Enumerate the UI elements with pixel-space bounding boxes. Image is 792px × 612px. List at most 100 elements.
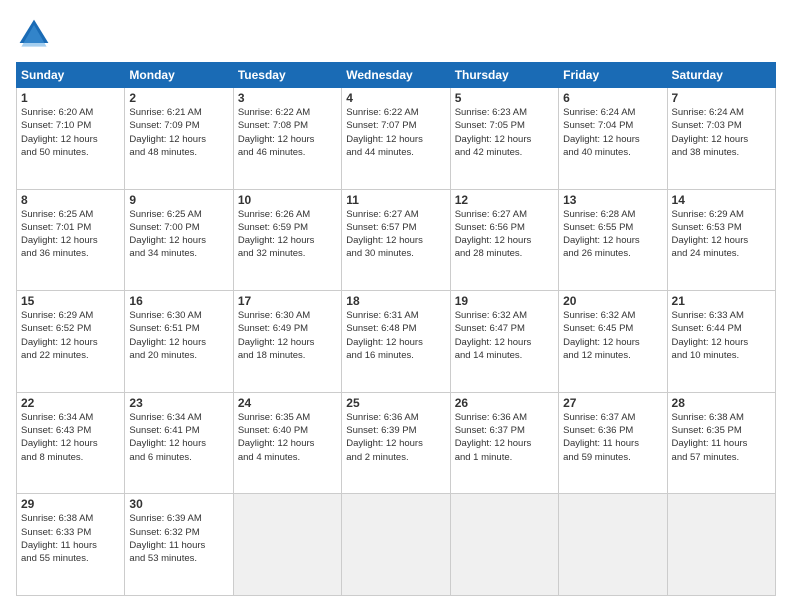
day-info: Sunrise: 6:28 AM Sunset: 6:55 PM Dayligh… xyxy=(563,208,662,261)
day-info: Sunrise: 6:39 AM Sunset: 6:32 PM Dayligh… xyxy=(129,512,228,565)
calendar-cell: 5Sunrise: 6:23 AM Sunset: 7:05 PM Daylig… xyxy=(450,88,558,190)
day-info: Sunrise: 6:21 AM Sunset: 7:09 PM Dayligh… xyxy=(129,106,228,159)
day-info: Sunrise: 6:23 AM Sunset: 7:05 PM Dayligh… xyxy=(455,106,554,159)
day-number: 1 xyxy=(21,91,120,105)
calendar-cell xyxy=(559,494,667,596)
day-number: 5 xyxy=(455,91,554,105)
calendar-week-row: 8Sunrise: 6:25 AM Sunset: 7:01 PM Daylig… xyxy=(17,189,776,291)
day-info: Sunrise: 6:34 AM Sunset: 6:41 PM Dayligh… xyxy=(129,411,228,464)
page: Sunday Monday Tuesday Wednesday Thursday… xyxy=(0,0,792,612)
calendar-week-row: 1Sunrise: 6:20 AM Sunset: 7:10 PM Daylig… xyxy=(17,88,776,190)
calendar-cell: 18Sunrise: 6:31 AM Sunset: 6:48 PM Dayli… xyxy=(342,291,450,393)
calendar-cell: 22Sunrise: 6:34 AM Sunset: 6:43 PM Dayli… xyxy=(17,392,125,494)
calendar-cell: 14Sunrise: 6:29 AM Sunset: 6:53 PM Dayli… xyxy=(667,189,775,291)
day-info: Sunrise: 6:25 AM Sunset: 7:00 PM Dayligh… xyxy=(129,208,228,261)
calendar-cell: 28Sunrise: 6:38 AM Sunset: 6:35 PM Dayli… xyxy=(667,392,775,494)
day-number: 14 xyxy=(672,193,771,207)
day-number: 12 xyxy=(455,193,554,207)
day-info: Sunrise: 6:36 AM Sunset: 6:37 PM Dayligh… xyxy=(455,411,554,464)
day-number: 17 xyxy=(238,294,337,308)
day-info: Sunrise: 6:30 AM Sunset: 6:49 PM Dayligh… xyxy=(238,309,337,362)
day-info: Sunrise: 6:38 AM Sunset: 6:33 PM Dayligh… xyxy=(21,512,120,565)
calendar-cell: 26Sunrise: 6:36 AM Sunset: 6:37 PM Dayli… xyxy=(450,392,558,494)
day-number: 10 xyxy=(238,193,337,207)
day-number: 23 xyxy=(129,396,228,410)
day-number: 30 xyxy=(129,497,228,511)
day-number: 2 xyxy=(129,91,228,105)
col-thursday: Thursday xyxy=(450,63,558,88)
calendar-cell: 29Sunrise: 6:38 AM Sunset: 6:33 PM Dayli… xyxy=(17,494,125,596)
day-number: 6 xyxy=(563,91,662,105)
day-number: 20 xyxy=(563,294,662,308)
day-info: Sunrise: 6:25 AM Sunset: 7:01 PM Dayligh… xyxy=(21,208,120,261)
day-info: Sunrise: 6:31 AM Sunset: 6:48 PM Dayligh… xyxy=(346,309,445,362)
day-number: 27 xyxy=(563,396,662,410)
calendar-cell: 25Sunrise: 6:36 AM Sunset: 6:39 PM Dayli… xyxy=(342,392,450,494)
calendar-cell: 8Sunrise: 6:25 AM Sunset: 7:01 PM Daylig… xyxy=(17,189,125,291)
day-number: 21 xyxy=(672,294,771,308)
calendar-cell: 27Sunrise: 6:37 AM Sunset: 6:36 PM Dayli… xyxy=(559,392,667,494)
day-info: Sunrise: 6:24 AM Sunset: 7:04 PM Dayligh… xyxy=(563,106,662,159)
calendar-cell xyxy=(233,494,341,596)
day-info: Sunrise: 6:27 AM Sunset: 6:57 PM Dayligh… xyxy=(346,208,445,261)
day-info: Sunrise: 6:37 AM Sunset: 6:36 PM Dayligh… xyxy=(563,411,662,464)
header xyxy=(16,16,776,52)
calendar-cell: 9Sunrise: 6:25 AM Sunset: 7:00 PM Daylig… xyxy=(125,189,233,291)
day-number: 28 xyxy=(672,396,771,410)
calendar-cell xyxy=(342,494,450,596)
col-monday: Monday xyxy=(125,63,233,88)
calendar-cell: 16Sunrise: 6:30 AM Sunset: 6:51 PM Dayli… xyxy=(125,291,233,393)
calendar-cell: 24Sunrise: 6:35 AM Sunset: 6:40 PM Dayli… xyxy=(233,392,341,494)
calendar-cell xyxy=(667,494,775,596)
col-saturday: Saturday xyxy=(667,63,775,88)
calendar-cell: 2Sunrise: 6:21 AM Sunset: 7:09 PM Daylig… xyxy=(125,88,233,190)
logo xyxy=(16,16,58,52)
calendar-cell: 6Sunrise: 6:24 AM Sunset: 7:04 PM Daylig… xyxy=(559,88,667,190)
calendar-cell: 15Sunrise: 6:29 AM Sunset: 6:52 PM Dayli… xyxy=(17,291,125,393)
day-info: Sunrise: 6:36 AM Sunset: 6:39 PM Dayligh… xyxy=(346,411,445,464)
col-tuesday: Tuesday xyxy=(233,63,341,88)
day-number: 15 xyxy=(21,294,120,308)
calendar-week-row: 15Sunrise: 6:29 AM Sunset: 6:52 PM Dayli… xyxy=(17,291,776,393)
calendar-cell: 11Sunrise: 6:27 AM Sunset: 6:57 PM Dayli… xyxy=(342,189,450,291)
calendar-week-row: 22Sunrise: 6:34 AM Sunset: 6:43 PM Dayli… xyxy=(17,392,776,494)
calendar-cell: 12Sunrise: 6:27 AM Sunset: 6:56 PM Dayli… xyxy=(450,189,558,291)
day-info: Sunrise: 6:38 AM Sunset: 6:35 PM Dayligh… xyxy=(672,411,771,464)
day-number: 16 xyxy=(129,294,228,308)
day-info: Sunrise: 6:34 AM Sunset: 6:43 PM Dayligh… xyxy=(21,411,120,464)
calendar-cell xyxy=(450,494,558,596)
calendar-cell: 17Sunrise: 6:30 AM Sunset: 6:49 PM Dayli… xyxy=(233,291,341,393)
day-info: Sunrise: 6:32 AM Sunset: 6:47 PM Dayligh… xyxy=(455,309,554,362)
day-info: Sunrise: 6:32 AM Sunset: 6:45 PM Dayligh… xyxy=(563,309,662,362)
col-sunday: Sunday xyxy=(17,63,125,88)
day-number: 7 xyxy=(672,91,771,105)
col-wednesday: Wednesday xyxy=(342,63,450,88)
calendar-cell: 3Sunrise: 6:22 AM Sunset: 7:08 PM Daylig… xyxy=(233,88,341,190)
day-info: Sunrise: 6:27 AM Sunset: 6:56 PM Dayligh… xyxy=(455,208,554,261)
day-info: Sunrise: 6:30 AM Sunset: 6:51 PM Dayligh… xyxy=(129,309,228,362)
day-number: 26 xyxy=(455,396,554,410)
logo-icon xyxy=(16,16,52,52)
calendar-cell: 13Sunrise: 6:28 AM Sunset: 6:55 PM Dayli… xyxy=(559,189,667,291)
day-number: 4 xyxy=(346,91,445,105)
day-number: 11 xyxy=(346,193,445,207)
calendar-cell: 1Sunrise: 6:20 AM Sunset: 7:10 PM Daylig… xyxy=(17,88,125,190)
day-info: Sunrise: 6:22 AM Sunset: 7:07 PM Dayligh… xyxy=(346,106,445,159)
calendar-cell: 10Sunrise: 6:26 AM Sunset: 6:59 PM Dayli… xyxy=(233,189,341,291)
day-info: Sunrise: 6:35 AM Sunset: 6:40 PM Dayligh… xyxy=(238,411,337,464)
calendar-cell: 23Sunrise: 6:34 AM Sunset: 6:41 PM Dayli… xyxy=(125,392,233,494)
calendar-cell: 30Sunrise: 6:39 AM Sunset: 6:32 PM Dayli… xyxy=(125,494,233,596)
calendar-cell: 19Sunrise: 6:32 AM Sunset: 6:47 PM Dayli… xyxy=(450,291,558,393)
col-friday: Friday xyxy=(559,63,667,88)
day-info: Sunrise: 6:22 AM Sunset: 7:08 PM Dayligh… xyxy=(238,106,337,159)
calendar-table: Sunday Monday Tuesday Wednesday Thursday… xyxy=(16,62,776,596)
day-number: 9 xyxy=(129,193,228,207)
day-number: 8 xyxy=(21,193,120,207)
day-info: Sunrise: 6:26 AM Sunset: 6:59 PM Dayligh… xyxy=(238,208,337,261)
day-number: 3 xyxy=(238,91,337,105)
day-number: 24 xyxy=(238,396,337,410)
day-number: 22 xyxy=(21,396,120,410)
day-info: Sunrise: 6:24 AM Sunset: 7:03 PM Dayligh… xyxy=(672,106,771,159)
calendar-cell: 21Sunrise: 6:33 AM Sunset: 6:44 PM Dayli… xyxy=(667,291,775,393)
day-info: Sunrise: 6:29 AM Sunset: 6:52 PM Dayligh… xyxy=(21,309,120,362)
